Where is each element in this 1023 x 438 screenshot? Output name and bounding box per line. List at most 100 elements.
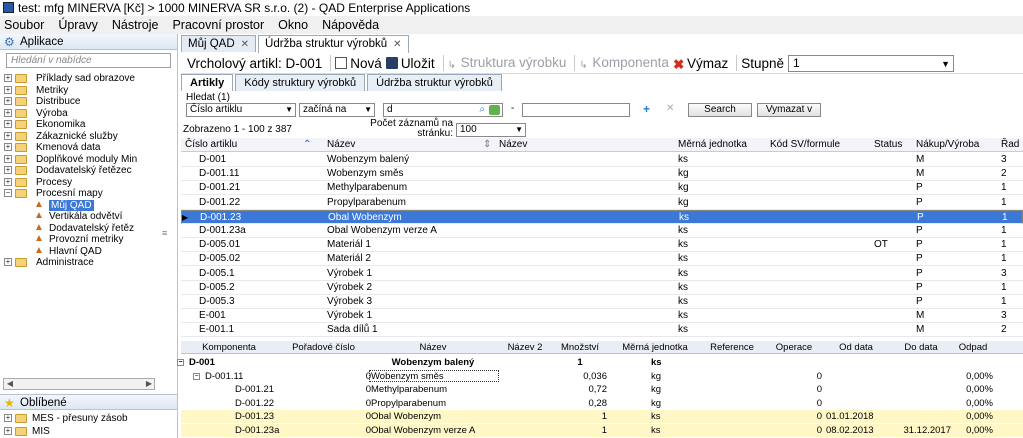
expand-icon[interactable]: +: [4, 166, 12, 174]
bom-cell: ks: [651, 357, 662, 368]
expand-icon[interactable]: +: [4, 97, 12, 105]
table-row[interactable]: D-001.11 Wobenzym směs kg M 2: [181, 167, 1023, 182]
operator-select[interactable]: začíná na ▼: [299, 103, 375, 117]
close-icon[interactable]: ✕: [241, 39, 249, 50]
col-nazev[interactable]: Název: [327, 138, 355, 152]
scroll-left-icon[interactable]: ◀: [4, 379, 16, 389]
lookup-icon[interactable]: ⌕: [479, 104, 485, 116]
table-row[interactable]: D-005.1 Výrobek 1 ks P 3: [181, 267, 1023, 281]
collapse-icon[interactable]: −: [177, 359, 184, 366]
col-kod-sv[interactable]: Kód SV/formule: [770, 138, 840, 152]
col-rad[interactable]: Řad: [1001, 138, 1019, 152]
bom-col-do-data[interactable]: Do data: [891, 341, 951, 354]
table-row[interactable]: E-001.1 Sada dílů 1 ks M 2: [181, 323, 1023, 338]
delete-button[interactable]: ✖ Výmaz: [673, 56, 728, 72]
tab-kody-struktury[interactable]: Kódy struktury výrobků: [235, 74, 366, 91]
sort-icon[interactable]: ⇕: [483, 138, 491, 152]
table-row[interactable]: E-001 Výrobek 1 ks M 3: [181, 309, 1023, 324]
menu-pracovni-prostor[interactable]: Pracovní prostor: [172, 16, 264, 34]
table-row[interactable]: D-001.23a Obal Wobenzym verze A ks P 1: [181, 224, 1023, 238]
table-cell: P: [916, 267, 923, 279]
col-merna-jednotka[interactable]: Měrná jednotka: [678, 138, 747, 152]
bom-row[interactable]: D-001.21 0 Methylparabenum 0,72 kg 0 0,00%: [181, 383, 1023, 396]
clear-button[interactable]: Vymazat v: [757, 103, 821, 117]
bom-col-poradove-cislo[interactable]: Pořadové číslo: [276, 341, 371, 354]
menu-search-input[interactable]: Hledání v nabídce: [6, 53, 171, 68]
bom-col-nazev2[interactable]: Název 2: [501, 341, 549, 354]
table-cell: P: [916, 281, 923, 293]
expand-icon[interactable]: +: [4, 120, 12, 128]
menu-upravy[interactable]: Úpravy: [58, 16, 98, 34]
expand-icon[interactable]: +: [4, 108, 12, 117]
applications-header[interactable]: ⚙ Aplikace: [0, 34, 177, 50]
table-row[interactable]: ▶ D-001.23 Obal Wobenzym ks P 1: [181, 209, 1023, 224]
menu-soubor[interactable]: Soubor: [4, 16, 44, 34]
search-value-to-input[interactable]: [522, 103, 630, 117]
bom-row[interactable]: − D-001.11 0 Wobenzym směs 0,036 kg 0 0,00%: [181, 369, 1023, 383]
menu-napoveda[interactable]: Nápověda: [322, 16, 379, 34]
scroll-right-icon[interactable]: ▶: [143, 379, 155, 389]
tab-udrzba-struktur[interactable]: Údržba struktur výrobků ✕: [258, 35, 409, 53]
bom-col-reference[interactable]: Reference: [701, 341, 763, 354]
expand-icon[interactable]: +: [4, 85, 12, 94]
search-value-input[interactable]: d ⌕: [383, 103, 503, 117]
expand-icon[interactable]: +: [4, 258, 12, 266]
sidebar-hscrollbar[interactable]: ◀ ▶: [3, 378, 155, 390]
table-row[interactable]: D-005.01 Materiál 1 ks OT P 1: [181, 238, 1023, 253]
bom-col-odpad[interactable]: Odpad: [953, 341, 993, 354]
field-select[interactable]: Číslo artiklu ▼: [186, 103, 296, 117]
table-cell: ks: [678, 310, 688, 322]
expand-icon[interactable]: +: [4, 131, 12, 140]
table-row[interactable]: D-005.02 Materiál 2 ks P 1: [181, 252, 1023, 267]
expand-icon[interactable]: +: [4, 427, 12, 435]
close-icon[interactable]: ✕: [393, 39, 401, 50]
expand-icon[interactable]: +: [4, 143, 12, 151]
expand-icon[interactable]: −: [4, 189, 12, 197]
add-condition-icon[interactable]: +: [643, 102, 650, 116]
tab-muj-qad[interactable]: Můj QAD ✕: [181, 35, 257, 52]
table-row[interactable]: D-001 Wobenzym balený ks M 3: [181, 153, 1023, 167]
bom-col-nazev[interactable]: Název: [371, 341, 495, 354]
expand-icon[interactable]: +: [4, 74, 12, 82]
bom-col-operace[interactable]: Operace: [766, 341, 822, 354]
col-status[interactable]: Status: [874, 138, 902, 152]
new-button[interactable]: Nová: [335, 56, 382, 71]
menu-okno[interactable]: Okno: [278, 16, 308, 34]
expand-icon[interactable]: +: [4, 154, 12, 163]
records-per-page-select[interactable]: 100 ▼: [456, 123, 526, 137]
expand-icon[interactable]: +: [4, 177, 12, 186]
sort-asc-icon[interactable]: ⌃: [303, 138, 311, 152]
splitter-handle[interactable]: ≡: [162, 228, 170, 238]
component-button[interactable]: ↳ Komponenta: [579, 55, 669, 72]
tab-udrzba-struktur-vyrobku[interactable]: Údržba struktur výrobků: [367, 74, 502, 91]
search-button[interactable]: Search: [688, 103, 752, 117]
level-select[interactable]: 1 ▼: [788, 54, 954, 72]
table-row[interactable]: D-005.3 Výrobek 3 ks P 1: [181, 295, 1023, 309]
col-cislo-artiklu[interactable]: Číslo artiklu: [185, 138, 237, 152]
favorites-header[interactable]: ★ Oblíbené: [0, 394, 177, 410]
bom-col-merna-jednotka[interactable]: Měrná jednotka: [611, 341, 699, 354]
structure-button[interactable]: ↳ Struktura výrobku: [448, 55, 567, 72]
col-nazev-2[interactable]: Název: [499, 138, 527, 152]
menu-nastroje[interactable]: Nástroje: [112, 16, 159, 34]
bom-row[interactable]: D-001.23a 0 Obal Wobenzym verze A 1 ks 0 08.02…: [181, 423, 1023, 437]
table-cell: 1: [1001, 225, 1007, 236]
bom-row[interactable]: − D-001 Wobenzym balený 1 ks: [177, 356, 1023, 369]
folder-icon: [15, 97, 27, 106]
table-row[interactable]: D-001.21 Methylparabenum kg P 1: [181, 181, 1023, 196]
collapse-icon[interactable]: −: [193, 372, 200, 380]
tab-artikly[interactable]: Artikly: [181, 74, 234, 91]
bom-col-od-data[interactable]: Od data: [826, 341, 886, 354]
table-row[interactable]: D-005.2 Výrobek 2 ks P 1: [181, 281, 1023, 295]
bom-row[interactable]: D-001.22 0 Propylparabenum 0,28 kg 0 0,00%: [181, 397, 1023, 410]
bom-col-mnozstvi[interactable]: Množství: [553, 341, 607, 354]
bom-col-komponenta[interactable]: Komponenta: [185, 341, 273, 354]
expand-icon[interactable]: +: [4, 414, 12, 422]
save-button[interactable]: Uložit: [385, 56, 435, 71]
remove-condition-icon[interactable]: ✕: [666, 103, 674, 114]
col-nakup-vyroba[interactable]: Nákup/Výroba: [916, 138, 979, 152]
bom-row[interactable]: D-001.23 0 Obal Wobenzym 1 ks 0 01.01.2018 0,00…: [181, 410, 1023, 423]
table-cell: P: [916, 225, 923, 236]
go-icon[interactable]: [489, 105, 500, 115]
table-row[interactable]: D-001.22 Propylparabenum kg P 1: [181, 196, 1023, 210]
